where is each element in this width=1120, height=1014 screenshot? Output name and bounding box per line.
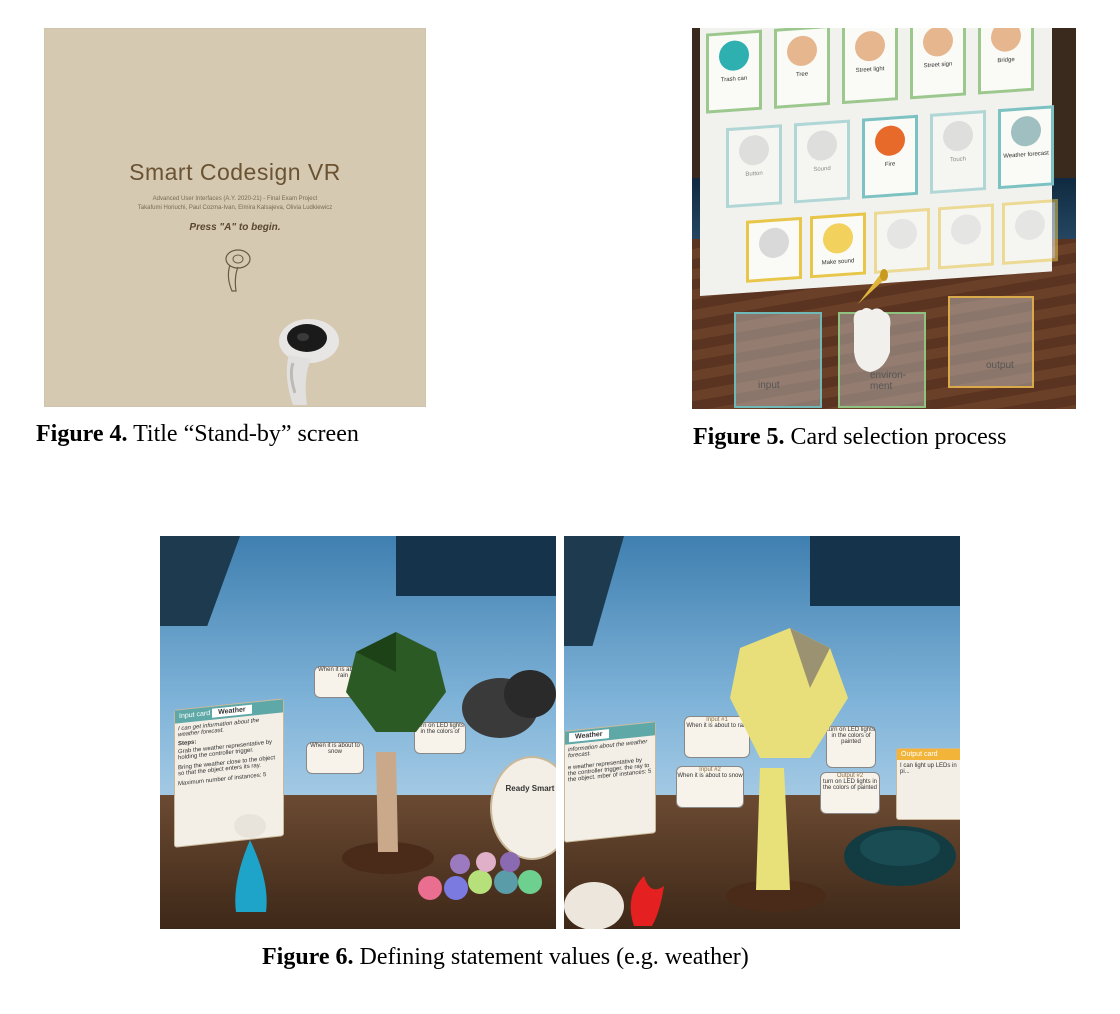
- card-output-5[interactable]: [1002, 198, 1058, 265]
- card-bridge[interactable]: Bridge: [978, 28, 1034, 95]
- card-touch[interactable]: Touch: [930, 110, 986, 194]
- figure-4-title-screen: Smart Codesign VR Advanced User Interfac…: [44, 28, 426, 407]
- card-label: Trash can: [720, 75, 748, 84]
- caption-text: Card selection process: [784, 424, 1007, 450]
- card-label: [749, 262, 799, 265]
- figure-4-caption: Figure 4. Title “Stand-by” screen: [36, 421, 359, 448]
- cloud-icon: [844, 826, 956, 886]
- card-label: Weather forecast: [1003, 150, 1049, 160]
- caption-label: Figure 4.: [36, 421, 128, 447]
- card-label: Tree: [795, 71, 809, 79]
- card-street-light[interactable]: Street light: [842, 28, 898, 105]
- box-label: output: [986, 360, 1014, 371]
- card-sound[interactable]: Sound: [794, 119, 850, 204]
- card-label: Button: [745, 170, 763, 178]
- card-board: Trash can Tree Street light Street sign …: [700, 28, 1058, 296]
- output-card-text: I can light up LEDs in pi...: [900, 763, 957, 775]
- input-card-header: Input card: [179, 709, 211, 721]
- card-street-sign[interactable]: Street sign: [910, 28, 966, 100]
- ready-text: Ready Smart: [505, 784, 555, 793]
- figure-5-card-selection: Trash can Tree Street light Street sign …: [692, 28, 1076, 409]
- output-card: Output card I can light up LEDs in pi...: [896, 748, 960, 820]
- card-fire[interactable]: Fire: [862, 114, 918, 199]
- caption-label: Figure 6.: [262, 944, 354, 970]
- card-weather-forecast[interactable]: Weather forecast: [998, 105, 1054, 190]
- figure-5-caption: Figure 5. Card selection process: [693, 424, 1006, 451]
- caption-text: Defining statement values (e.g. weather): [353, 944, 749, 970]
- rain-icon: [234, 814, 267, 912]
- output-card-header: Output card: [897, 749, 960, 760]
- card-label: Street sign: [923, 61, 953, 70]
- output-box[interactable]: output: [948, 296, 1034, 388]
- card-label: Make sound: [821, 258, 855, 267]
- figure-6-right-panel: Weather information about the weather fo…: [564, 536, 960, 929]
- input-card: Weather information about the weather fo…: [564, 721, 656, 843]
- card-light[interactable]: [746, 216, 802, 283]
- paint-pots: [418, 852, 542, 900]
- card-label: Bridge: [997, 56, 1015, 65]
- card-trash-can[interactable]: Trash can: [706, 29, 762, 114]
- vr-controller-icon: [279, 319, 339, 405]
- caption-text: Title “Stand-by” screen: [127, 421, 359, 447]
- card-label: Street light: [855, 66, 885, 75]
- press-to-begin-text: Press "A" to begin.: [189, 222, 281, 233]
- cloud-icon: [462, 670, 556, 738]
- card-label: Touch: [949, 156, 966, 164]
- card-output-3[interactable]: [874, 207, 930, 274]
- input-box[interactable]: input: [734, 312, 822, 408]
- card-button[interactable]: Button: [726, 124, 782, 209]
- app-title: Smart Codesign VR: [129, 159, 341, 185]
- objects-bottom-left: [564, 876, 664, 929]
- subtitle-line-2: Takafumi Horiuchi, Paul Cozma-Ivan, Elmi…: [137, 205, 333, 211]
- caption-label: Figure 5.: [693, 424, 785, 450]
- tree-icon: [342, 632, 446, 874]
- card-label: Fire: [884, 161, 896, 169]
- tree-yellow-icon: [726, 628, 848, 912]
- figure-6-caption: Figure 6. Defining statement values (e.g…: [262, 944, 749, 971]
- box-label: input: [758, 380, 780, 391]
- controller-outline-icon: [225, 249, 251, 292]
- subtitle-line-1: Advanced User Interfaces (A.Y. 2020-21) …: [152, 196, 318, 202]
- card-tree[interactable]: Tree: [774, 28, 830, 109]
- vr-hand-icon: [853, 308, 891, 372]
- card-label: Sound: [813, 165, 831, 174]
- card-output-4[interactable]: [938, 203, 994, 270]
- figure-6-left-panel: Input card Weather I can get information…: [160, 536, 556, 929]
- bell-icon: [858, 269, 888, 304]
